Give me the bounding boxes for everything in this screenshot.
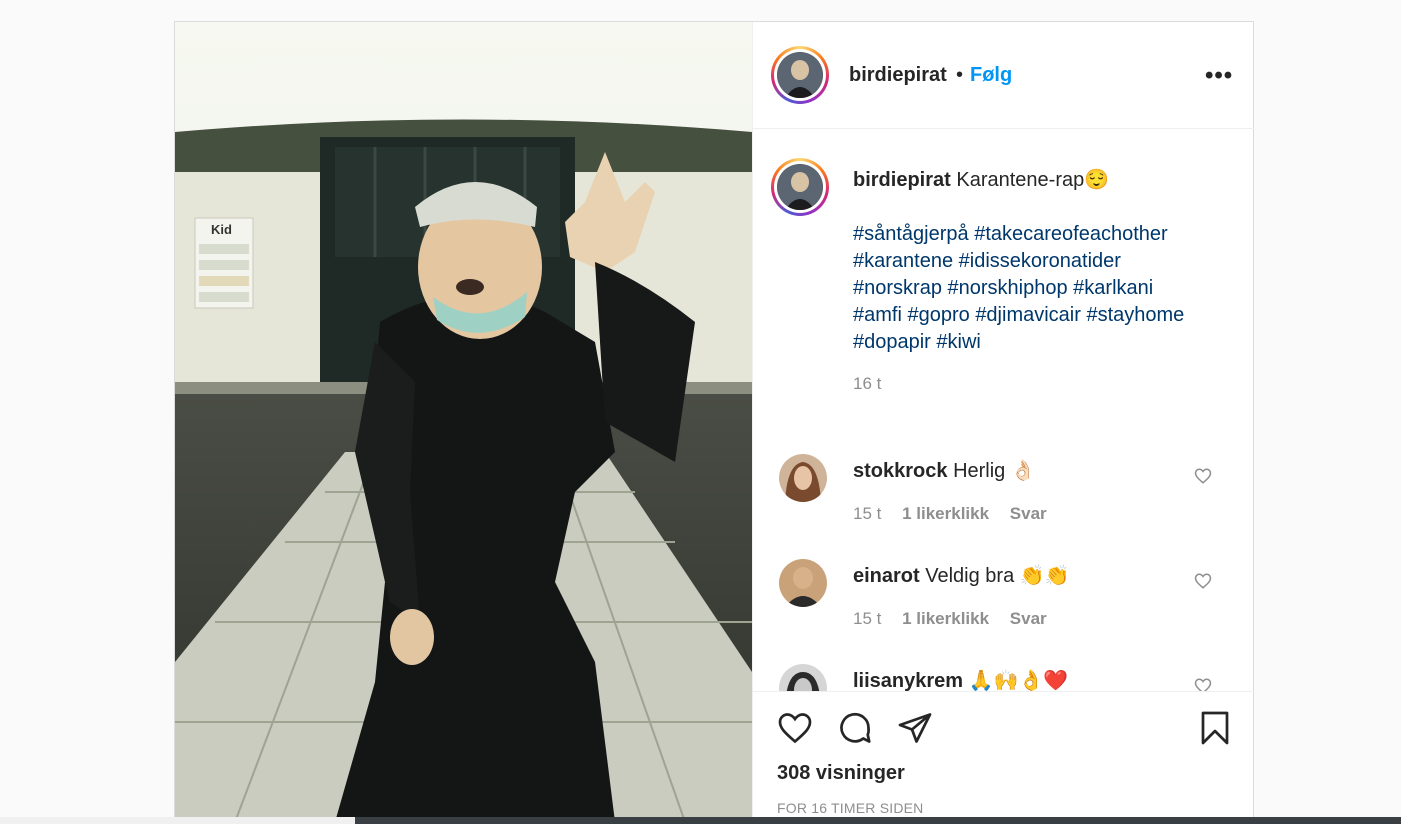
comment-likes[interactable]: 1 likerklikk: [902, 609, 989, 628]
hashtag[interactable]: #stayhome: [1086, 304, 1184, 326]
comment-username[interactable]: stokkrock: [853, 460, 948, 482]
comment-icon[interactable]: [837, 710, 873, 746]
author-avatar[interactable]: [771, 46, 829, 104]
horizontal-scrollbar[interactable]: [0, 817, 1401, 824]
comment-time: 15 t: [853, 609, 882, 628]
comment-username[interactable]: einarot: [853, 565, 920, 587]
caption-avatar[interactable]: [771, 158, 829, 216]
avatar-image: [779, 454, 827, 502]
hashtag[interactable]: #djimavicair: [975, 304, 1081, 326]
comment-time: 15 t: [853, 504, 882, 523]
hashtag[interactable]: #norskrap: [853, 277, 942, 299]
comments-list[interactable]: birdiepirat Karantene-rap😌 #såntågjerpå …: [753, 129, 1254, 691]
sign-text: Kid: [211, 222, 232, 237]
caption: birdiepirat Karantene-rap😌: [853, 167, 1233, 194]
comment: stokkrock Herlig 👌🏻: [853, 458, 1036, 483]
heart-outline-icon[interactable]: [1194, 467, 1212, 485]
avatar-image: [779, 559, 827, 607]
hashtag[interactable]: #såntågjerpå: [853, 223, 969, 245]
comment: einarot Veldig bra 👏👏: [853, 563, 1070, 588]
comment-avatar[interactable]: [779, 559, 827, 607]
avatar-image: [777, 164, 823, 210]
author-username[interactable]: birdiepirat: [849, 64, 947, 87]
comment-meta: 15 t 1 likerklikk Svar: [853, 504, 1063, 524]
hashtag[interactable]: #takecareofeachother: [974, 223, 1167, 245]
hashtag[interactable]: #karlkani: [1073, 277, 1153, 299]
more-options-icon[interactable]: •••: [1205, 62, 1233, 90]
hashtag[interactable]: #karantene: [853, 250, 953, 272]
reply-button[interactable]: Svar: [1010, 609, 1047, 628]
bookmark-icon[interactable]: [1197, 710, 1233, 746]
post-card: Kid birdiepirat • Følg ••• birdiepirat K…: [174, 21, 1254, 822]
heart-outline-icon[interactable]: [1194, 677, 1212, 691]
caption-text: Karantene-rap😌: [956, 169, 1110, 191]
heart-icon[interactable]: [777, 710, 813, 746]
comment-text: Veldig bra 👏👏: [925, 565, 1070, 587]
comment-meta: 15 t 1 likerklikk Svar: [853, 609, 1063, 629]
hashtag-list: #såntågjerpå #takecareofeachother #karan…: [853, 221, 1243, 356]
post-sidebar: birdiepirat • Følg ••• birdiepirat Karan…: [752, 22, 1254, 820]
post-video[interactable]: Kid: [175, 22, 752, 822]
avatar-image: [779, 664, 827, 691]
follow-button[interactable]: Følg: [970, 64, 1012, 87]
comment-username[interactable]: liisanykrem: [853, 670, 963, 691]
scrollbar-thumb[interactable]: [355, 817, 1401, 824]
paper-plane-icon[interactable]: [897, 710, 933, 746]
comment: liisanykrem 🙏🙌👌❤️: [853, 668, 1068, 691]
hashtag[interactable]: #amfi: [853, 304, 902, 326]
heart-outline-icon[interactable]: [1194, 572, 1212, 590]
avatar-image: [777, 52, 823, 98]
caption-timestamp: 16 t: [853, 374, 882, 393]
reply-button[interactable]: Svar: [1010, 504, 1047, 523]
comment-avatar[interactable]: [779, 454, 827, 502]
view-count[interactable]: 308 visninger: [777, 762, 905, 785]
comment-text: 🙏🙌👌❤️: [968, 670, 1069, 691]
comment-likes[interactable]: 1 likerklikk: [902, 504, 989, 523]
comment-text: Herlig 👌🏻: [953, 460, 1036, 482]
separator-dot: •: [956, 64, 964, 86]
caption-username[interactable]: birdiepirat: [853, 169, 951, 191]
hashtag[interactable]: #idissekoronatider: [959, 250, 1121, 272]
hashtag[interactable]: #norskhiphop: [948, 277, 1068, 299]
video-frame: Kid: [175, 22, 752, 822]
hashtag[interactable]: #dopapir: [853, 331, 931, 353]
comment-avatar[interactable]: [779, 664, 827, 691]
action-bar: 308 visninger FOR 16 TIMER SIDEN: [753, 691, 1254, 820]
hashtag[interactable]: #kiwi: [936, 331, 980, 353]
post-header: birdiepirat • Følg •••: [753, 22, 1254, 129]
post-timestamp: FOR 16 TIMER SIDEN: [777, 800, 924, 816]
hashtag[interactable]: #gopro: [907, 304, 969, 326]
